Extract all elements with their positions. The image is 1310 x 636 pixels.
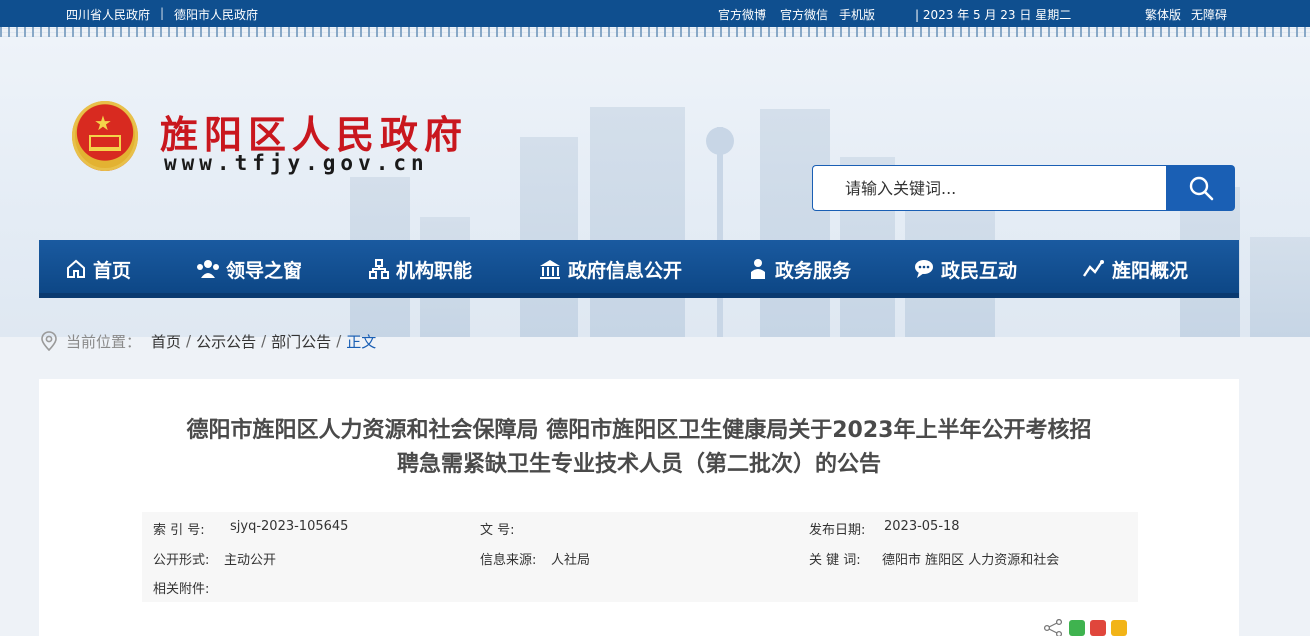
link-official-wechat[interactable]: 官方微信 xyxy=(780,6,828,23)
qzone-icon[interactable] xyxy=(1111,620,1127,636)
breadcrumb-home[interactable]: 首页 xyxy=(151,331,181,352)
article-title-line-2: 聘急需紧缺卫生专业技术人员（第二批次）的公告 xyxy=(396,452,881,477)
breadcrumb-department-notices[interactable]: 部门公告 xyxy=(271,331,331,352)
search-icon xyxy=(1189,176,1214,201)
meta-attachment-label: 相关附件: xyxy=(153,582,210,597)
nav-label: 政务服务 xyxy=(775,259,852,282)
link-traditional-chinese[interactable]: 繁体版 xyxy=(1145,6,1181,23)
top-bar-separator: | xyxy=(160,6,165,20)
meta-form-label: 公开形式: xyxy=(153,553,210,568)
meta-index-value: sjyq-2023-105645 xyxy=(230,519,349,534)
meta-date-label: 发布日期: xyxy=(809,523,866,538)
meta-form-value: 主动公开 xyxy=(224,553,277,568)
article-title-line-1: 德阳市旌阳区人力资源和社会保障局 德阳市旌阳区卫生健康局关于2023年上半年公开… xyxy=(186,418,1092,443)
search-button[interactable] xyxy=(1166,165,1235,211)
nav-item-home[interactable]: 首页 xyxy=(65,240,131,298)
search-input[interactable] xyxy=(813,166,1166,210)
nav-item-government-services[interactable]: 政务服务 xyxy=(747,240,851,298)
decorative-border xyxy=(0,27,1310,37)
breadcrumb-current: 正文 xyxy=(346,332,377,351)
link-official-weibo[interactable]: 官方微博 xyxy=(718,6,766,23)
share-icon[interactable] xyxy=(1042,619,1064,636)
nav-label: 首页 xyxy=(93,259,132,282)
top-bar: 四川省人民政府 | 德阳市人民政府 官方微博 官方微信 手机版 | 2023 年… xyxy=(0,0,1310,27)
nav-item-organization[interactable]: 机构职能 xyxy=(368,240,472,298)
meta-source-value: 人社局 xyxy=(551,553,591,568)
meta-date-value: 2023-05-18 xyxy=(884,519,960,534)
nav-label: 领导之窗 xyxy=(226,259,303,282)
leaders-icon xyxy=(196,258,220,280)
article-title: 德阳市旌阳区人力资源和社会保障局 德阳市旌阳区卫生健康局关于2023年上半年公开… xyxy=(139,414,1139,482)
location-pin-icon xyxy=(40,331,58,351)
link-mobile-version[interactable]: 手机版 xyxy=(839,6,875,23)
link-sichuan-government[interactable]: 四川省人民政府 xyxy=(66,6,150,23)
person-service-icon xyxy=(747,258,769,280)
nav-item-government-info[interactable]: 政府信息公开 xyxy=(538,240,682,298)
main-navigation: 首页 领导之窗 机构职能 政府信息公开 政务服务 政民互动 旌阳概况 xyxy=(39,240,1239,298)
nav-label: 政府信息公开 xyxy=(568,259,683,282)
nav-item-public-interaction[interactable]: 政民互动 xyxy=(913,240,1017,298)
search-box xyxy=(812,165,1166,211)
meta-keywords-label: 关 键 词: xyxy=(809,553,861,568)
national-emblem-logo: ★ xyxy=(72,101,138,171)
breadcrumb-notices[interactable]: 公示公告 xyxy=(196,331,256,352)
nav-label: 政民互动 xyxy=(941,259,1018,282)
meta-index-label: 索 引 号: xyxy=(153,523,205,538)
breadcrumb-separator: / xyxy=(336,332,342,350)
share-bar xyxy=(1042,619,1127,636)
weibo-icon[interactable] xyxy=(1090,620,1106,636)
home-icon xyxy=(65,258,87,280)
overview-chart-icon xyxy=(1082,258,1106,280)
link-accessibility[interactable]: 无障碍 xyxy=(1191,6,1227,23)
article-metadata: 索 引 号: sjyq-2023-105645 文 号: 发布日期: 2023-… xyxy=(142,512,1138,602)
breadcrumb-separator: / xyxy=(186,332,192,350)
site-url: www.tfjy.gov.cn xyxy=(164,151,429,175)
government-building-icon xyxy=(538,258,562,280)
nav-label: 旌阳概况 xyxy=(1112,259,1189,282)
link-deyang-government[interactable]: 德阳市人民政府 xyxy=(174,6,258,23)
breadcrumb: 当前位置： 首页 / 公示公告 / 部门公告 / 正文 xyxy=(40,330,376,352)
meta-keywords-value: 德阳市 旌阳区 人力资源和社会 xyxy=(882,553,1060,568)
chat-bubble-icon xyxy=(913,258,935,280)
wechat-icon[interactable] xyxy=(1069,620,1085,636)
nav-item-overview[interactable]: 旌阳概况 xyxy=(1082,240,1188,298)
breadcrumb-label: 当前位置： xyxy=(66,332,142,351)
meta-docno-label: 文 号: xyxy=(480,523,515,538)
meta-source-label: 信息来源: xyxy=(480,553,537,568)
org-chart-icon xyxy=(368,258,390,280)
article-panel: 德阳市旌阳区人力资源和社会保障局 德阳市旌阳区卫生健康局关于2023年上半年公开… xyxy=(39,379,1239,636)
breadcrumb-separator: / xyxy=(261,332,267,350)
current-date: | 2023 年 5 月 23 日 星期二 xyxy=(915,8,1072,22)
nav-item-leaders[interactable]: 领导之窗 xyxy=(196,240,302,298)
nav-label: 机构职能 xyxy=(396,259,473,282)
